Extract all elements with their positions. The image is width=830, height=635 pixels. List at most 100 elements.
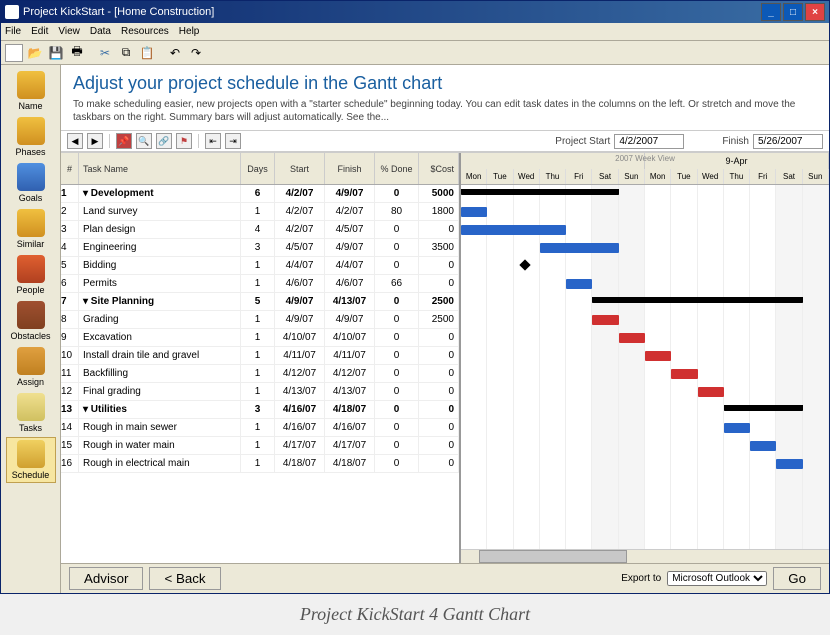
sidebar: Name Phases Goals Similar People Obstacl… <box>1 65 61 593</box>
table-row[interactable]: 12Final grading14/13/074/13/0700 <box>61 383 459 401</box>
gantt-outdent-icon[interactable]: ⇤ <box>205 133 221 149</box>
sidebar-item-similar[interactable]: Similar <box>6 207 56 251</box>
day-header: Mon <box>461 169 487 185</box>
gantt-tool-icon[interactable]: 📌 <box>116 133 132 149</box>
menu-view[interactable]: View <box>58 26 80 37</box>
export-select[interactable]: Microsoft Outlook <box>667 571 767 586</box>
sidebar-item-assign[interactable]: Assign <box>6 345 56 389</box>
gantt-bar[interactable] <box>776 459 802 469</box>
close-button[interactable]: × <box>805 3 825 21</box>
similar-icon <box>17 209 45 237</box>
col-done[interactable]: % Done <box>375 153 419 184</box>
gantt-bar[interactable] <box>645 351 671 361</box>
gantt-flag-icon[interactable]: ⚑ <box>176 133 192 149</box>
gantt-bar[interactable] <box>671 369 697 379</box>
gantt-bar[interactable] <box>724 423 750 433</box>
table-row[interactable]: 6Permits14/6/074/6/07660 <box>61 275 459 293</box>
page-title: Adjust your project schedule in the Gant… <box>61 65 829 98</box>
copy-icon[interactable]: ⧉ <box>117 44 135 62</box>
sidebar-item-name[interactable]: Name <box>6 69 56 113</box>
menu-resources[interactable]: Resources <box>121 26 169 37</box>
redo-icon[interactable]: ↷ <box>187 44 205 62</box>
gantt-bar[interactable] <box>724 405 803 411</box>
gantt-bar[interactable] <box>566 279 592 289</box>
table-row[interactable]: 16Rough in electrical main14/18/074/18/0… <box>61 455 459 473</box>
main-toolbar: □ 📂 💾 🖶 ✂ ⧉ 📋 ↶ ↷ <box>1 41 829 65</box>
open-icon[interactable]: 📂 <box>26 44 44 62</box>
project-start-input[interactable] <box>614 134 684 149</box>
print-icon[interactable]: 🖶 <box>68 44 86 62</box>
gantt-chart: # Task Name Days Start Finish % Done $Co… <box>61 152 829 563</box>
col-start[interactable]: Start <box>275 153 325 184</box>
gantt-bar[interactable] <box>619 333 645 343</box>
gantt-bar[interactable] <box>540 243 619 253</box>
maximize-button[interactable]: □ <box>783 3 803 21</box>
menu-edit[interactable]: Edit <box>31 26 48 37</box>
menu-bar: File Edit View Data Resources Help <box>1 23 829 41</box>
gantt-bar[interactable] <box>461 225 566 235</box>
menu-help[interactable]: Help <box>179 26 200 37</box>
col-cost[interactable]: $Cost <box>419 153 459 184</box>
undo-icon[interactable]: ↶ <box>166 44 184 62</box>
sidebar-item-obstacles[interactable]: Obstacles <box>6 299 56 343</box>
back-button[interactable]: < Back <box>149 567 220 590</box>
project-finish-input[interactable] <box>753 134 823 149</box>
gantt-next-icon[interactable]: ▶ <box>87 133 103 149</box>
sidebar-item-people[interactable]: People <box>6 253 56 297</box>
go-button[interactable]: Go <box>773 567 821 590</box>
gantt-zoom-icon[interactable]: 🔍 <box>136 133 152 149</box>
table-row[interactable]: 15Rough in water main14/17/074/17/0700 <box>61 437 459 455</box>
gantt-bar[interactable] <box>461 207 487 217</box>
table-row[interactable]: 2Land survey14/2/074/2/07801800 <box>61 203 459 221</box>
phases-icon <box>17 117 45 145</box>
content-pane: Adjust your project schedule in the Gant… <box>61 65 829 593</box>
table-row[interactable]: 14Rough in main sewer14/16/074/16/0700 <box>61 419 459 437</box>
table-row[interactable]: 5Bidding14/4/074/4/0700 <box>61 257 459 275</box>
export-label: Export to <box>621 573 661 584</box>
grid-body[interactable]: 1▾ Development64/2/074/9/07050002Land su… <box>61 185 459 563</box>
menu-data[interactable]: Data <box>90 26 111 37</box>
zoom-label: 2007 Week View <box>615 154 675 163</box>
table-row[interactable]: 4Engineering34/5/074/9/0703500 <box>61 239 459 257</box>
col-finish[interactable]: Finish <box>325 153 375 184</box>
timeline-body[interactable] <box>461 185 829 549</box>
table-row[interactable]: 1▾ Development64/2/074/9/0705000 <box>61 185 459 203</box>
timeline-header: 2007 Week View 9-Apr MonTueWedThuFriSatS… <box>461 153 829 185</box>
obstacles-icon <box>17 301 45 329</box>
tasks-icon <box>17 393 45 421</box>
gantt-prev-icon[interactable]: ◀ <box>67 133 83 149</box>
table-row[interactable]: 8Grading14/9/074/9/0702500 <box>61 311 459 329</box>
sidebar-item-tasks[interactable]: Tasks <box>6 391 56 435</box>
sidebar-item-phases[interactable]: Phases <box>6 115 56 159</box>
paste-icon[interactable]: 📋 <box>138 44 156 62</box>
gantt-bar[interactable] <box>592 297 802 303</box>
horizontal-scrollbar[interactable] <box>461 549 829 563</box>
gantt-indent-icon[interactable]: ⇥ <box>225 133 241 149</box>
gantt-link-icon[interactable]: 🔗 <box>156 133 172 149</box>
gantt-bar[interactable] <box>698 387 724 397</box>
advisor-button[interactable]: Advisor <box>69 567 143 590</box>
col-days[interactable]: Days <box>241 153 275 184</box>
table-row[interactable]: 11Backfilling14/12/074/12/0700 <box>61 365 459 383</box>
table-row[interactable]: 3Plan design44/2/074/5/0700 <box>61 221 459 239</box>
cut-icon[interactable]: ✂ <box>96 44 114 62</box>
sidebar-item-schedule[interactable]: Schedule <box>6 437 56 483</box>
sidebar-item-goals[interactable]: Goals <box>6 161 56 205</box>
col-task[interactable]: Task Name <box>79 153 241 184</box>
new-icon[interactable]: □ <box>5 44 23 62</box>
table-row[interactable]: 7▾ Site Planning54/9/074/13/0702500 <box>61 293 459 311</box>
day-header: Sun <box>803 169 829 185</box>
day-header: Sat <box>776 169 802 185</box>
day-header: Fri <box>750 169 776 185</box>
table-row[interactable]: 9Excavation14/10/074/10/0700 <box>61 329 459 347</box>
gantt-bar[interactable] <box>461 189 619 195</box>
gantt-bar[interactable] <box>592 315 618 325</box>
gantt-bar[interactable] <box>750 441 776 451</box>
table-row[interactable]: 13▾ Utilities34/16/074/18/0700 <box>61 401 459 419</box>
col-id[interactable]: # <box>61 153 79 184</box>
table-row[interactable]: 10Install drain tile and gravel14/11/074… <box>61 347 459 365</box>
day-header: Wed <box>514 169 540 185</box>
minimize-button[interactable]: _ <box>761 3 781 21</box>
menu-file[interactable]: File <box>5 26 21 37</box>
save-icon[interactable]: 💾 <box>47 44 65 62</box>
